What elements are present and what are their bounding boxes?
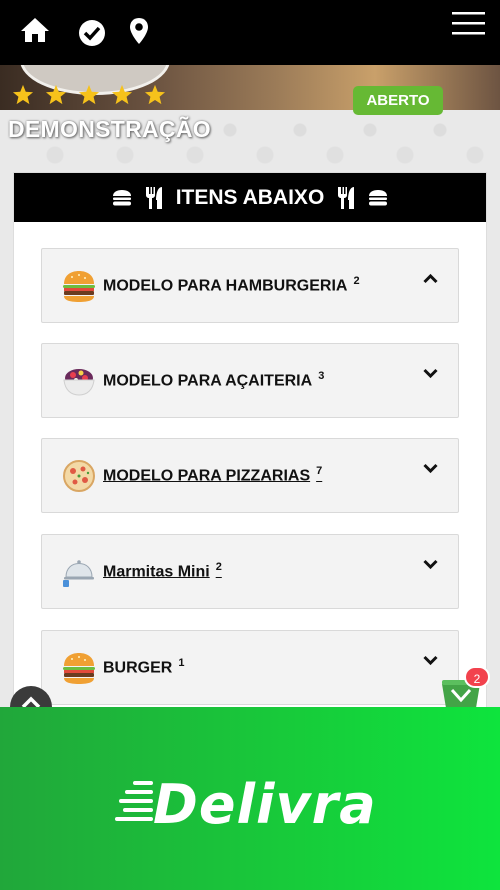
burger-icon	[369, 189, 388, 205]
speed-lines-icon	[115, 781, 153, 821]
category-item-burger[interactable]: BURGER 1	[41, 630, 459, 705]
category-item-pizzarias[interactable]: MODELO PARA PIZZARIAS 7	[41, 438, 459, 513]
star-icon	[45, 84, 67, 105]
cloche-icon	[63, 560, 94, 587]
category-count: 1	[178, 657, 185, 669]
chevron-up-icon[interactable]	[423, 273, 438, 284]
chevron-down-icon[interactable]	[423, 559, 438, 570]
chevron-down-icon[interactable]	[423, 368, 438, 379]
pizza-icon	[63, 460, 95, 492]
category-count: 3	[318, 370, 325, 382]
category-item-acaiteria[interactable]: MODELO PARA AÇAITERIA 3	[41, 343, 459, 418]
acai-bowl-icon	[63, 369, 95, 396]
check-circle-icon[interactable]	[78, 19, 106, 52]
category-item-hamburgeria[interactable]: MODELO PARA HAMBURGERIA 2	[41, 248, 459, 323]
star-icon	[144, 84, 166, 105]
fork-knife-icon	[145, 186, 162, 209]
categories-panel: ITENS ABAIXO MODELO PARA HAMBURGERIA 2 MO…	[13, 172, 487, 732]
chevron-down-icon[interactable]	[423, 655, 438, 666]
star-icon	[78, 84, 100, 105]
footer-banner: Delivra	[0, 707, 500, 890]
category-label[interactable]: MODELO PARA PIZZARIAS 7	[103, 465, 322, 485]
burger-icon	[63, 271, 95, 302]
burger-icon	[112, 189, 131, 205]
category-label: MODELO PARA HAMBURGERIA 2	[103, 275, 360, 295]
home-icon[interactable]	[20, 16, 50, 49]
category-count: 2	[353, 275, 360, 287]
star-icon	[111, 84, 133, 105]
top-navbar	[0, 0, 500, 65]
location-pin-icon[interactable]	[129, 17, 149, 50]
category-label[interactable]: Marmitas Mini 2	[103, 561, 222, 581]
open-status-badge: ABERTO	[353, 86, 443, 115]
panel-title: ITENS ABAIXO	[175, 185, 325, 209]
category-label: MODELO PARA AÇAITERIA 3	[103, 370, 325, 390]
category-count: 2	[215, 561, 222, 573]
category-label: BURGER 1	[103, 657, 185, 677]
panel-header: ITENS ABAIXO	[14, 173, 486, 222]
category-count: 7	[316, 465, 323, 477]
fork-knife-icon	[338, 186, 355, 209]
cart-count-badge: 2	[464, 666, 490, 688]
store-name: DEMONSTRAÇÃO	[8, 116, 211, 142]
category-item-marmitas-mini[interactable]: Marmitas Mini 2	[41, 534, 459, 609]
burger-icon	[63, 653, 95, 684]
star-icon	[12, 84, 34, 105]
hamburger-menu-icon[interactable]	[452, 12, 485, 41]
chevron-down-icon[interactable]	[423, 463, 438, 474]
rating-stars	[12, 84, 166, 105]
brand-logo-text: Delivra	[153, 773, 377, 836]
